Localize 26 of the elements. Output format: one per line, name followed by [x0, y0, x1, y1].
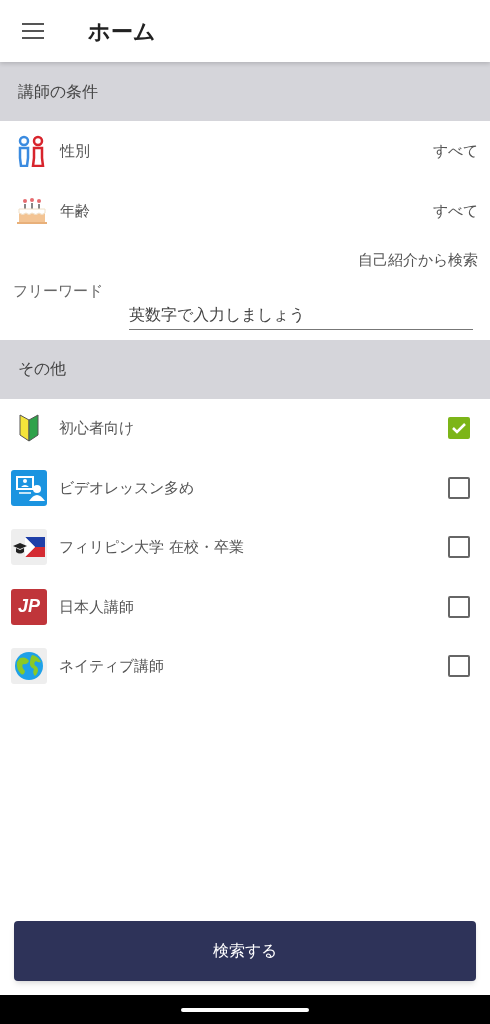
intro-search-link[interactable]: 自己紹介から検索: [358, 249, 478, 272]
checkbox[interactable]: [448, 655, 470, 678]
option-label: ビデオレッスン多め: [59, 477, 195, 499]
checked-checkbox[interactable]: [448, 417, 470, 440]
checkbox[interactable]: [448, 476, 470, 499]
app-title: ホーム: [88, 17, 156, 46]
section-header: その他: [0, 339, 490, 399]
globe-icon: [11, 648, 47, 685]
graduation-cap-flag-icon: [11, 529, 47, 566]
checkbox[interactable]: [448, 536, 470, 559]
home-indicator[interactable]: [181, 1007, 309, 1012]
option-label: フィリピン大学 在校・卒業: [59, 537, 245, 558]
checkbox[interactable]: [448, 595, 470, 618]
search-button[interactable]: 検索する: [14, 921, 476, 981]
option-label: 日本人講師: [59, 596, 135, 618]
menu-icon[interactable]: [22, 21, 46, 41]
section-header: 講師の条件: [0, 62, 490, 121]
field-label: フリーワード: [13, 281, 103, 300]
option-label: ネイティブ講師: [59, 656, 165, 677]
filter-row[interactable]: 性別 すべて: [0, 121, 490, 181]
jp-badge-icon: JP: [11, 588, 47, 625]
video-lesson-icon: [11, 469, 47, 506]
free-word-field[interactable]: 英数字で入力しましょう: [129, 299, 473, 330]
option-label: 初心者向け: [59, 418, 135, 439]
filter-row[interactable]: 年齢 すべて: [0, 181, 490, 241]
cake-icon: [16, 195, 48, 227]
